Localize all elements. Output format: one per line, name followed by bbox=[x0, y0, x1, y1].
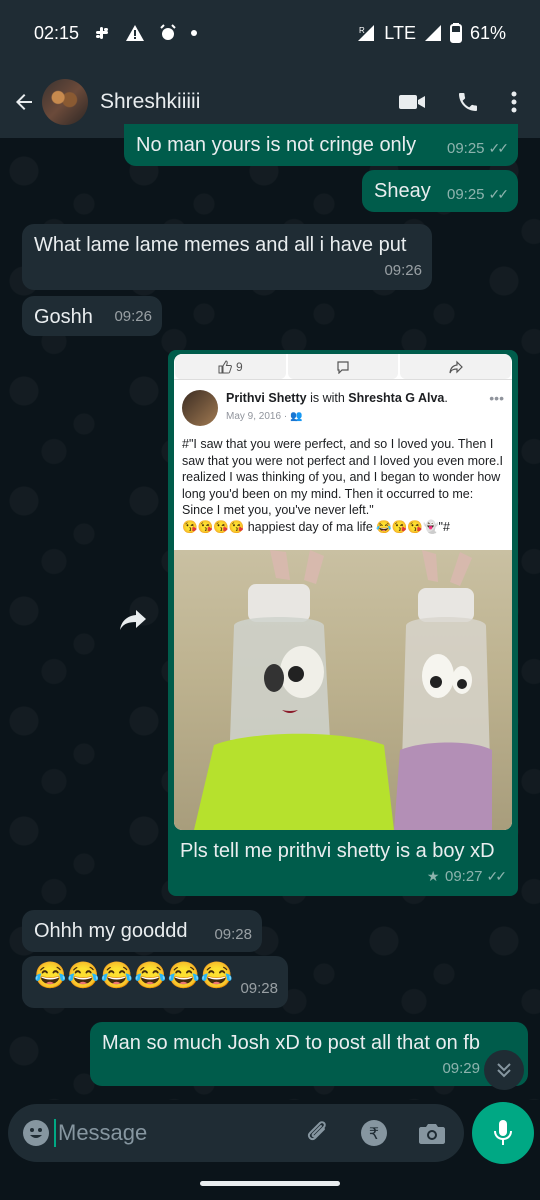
back-arrow-icon[interactable] bbox=[6, 82, 42, 122]
message-input[interactable]: Message ₹ bbox=[8, 1104, 464, 1162]
message-placeholder[interactable]: Message bbox=[58, 1120, 304, 1146]
more-vert-icon[interactable] bbox=[510, 90, 518, 114]
battery-icon bbox=[449, 23, 462, 43]
home-indicator[interactable] bbox=[200, 1181, 340, 1186]
mic-button[interactable] bbox=[472, 1102, 534, 1164]
alarm-icon bbox=[160, 24, 176, 40]
notification-dot bbox=[191, 30, 198, 36]
emoji-icon[interactable] bbox=[22, 1119, 50, 1147]
chat-wallpaper bbox=[0, 138, 540, 1100]
mic-icon bbox=[494, 1120, 512, 1145]
status-bar: 02:15 R LTE 61% bbox=[0, 0, 540, 66]
attach-icon[interactable] bbox=[304, 1119, 332, 1147]
signal-strength-icon bbox=[424, 25, 441, 41]
warning-icon bbox=[126, 25, 145, 41]
scroll-to-bottom-button[interactable] bbox=[484, 1050, 524, 1090]
slack-icon bbox=[96, 27, 109, 39]
chevron-down-icon bbox=[497, 1063, 511, 1078]
signal-icon: R bbox=[358, 25, 375, 41]
status-time: 02:15 bbox=[34, 22, 80, 43]
battery-level: 61% bbox=[469, 22, 506, 43]
chat-header: Shreshkiiiii bbox=[0, 66, 540, 138]
avatar[interactable] bbox=[42, 79, 88, 125]
text-caret bbox=[54, 1119, 56, 1147]
svg-text:R: R bbox=[359, 26, 365, 35]
contact-name[interactable]: Shreshkiiiii bbox=[100, 90, 398, 114]
svg-text:₹: ₹ bbox=[369, 1124, 379, 1143]
network-type: LTE bbox=[384, 22, 416, 43]
rupee-icon[interactable]: ₹ bbox=[360, 1119, 388, 1147]
video-call-icon[interactable] bbox=[398, 92, 426, 112]
camera-icon[interactable] bbox=[418, 1120, 446, 1146]
phone-icon[interactable] bbox=[456, 90, 480, 114]
